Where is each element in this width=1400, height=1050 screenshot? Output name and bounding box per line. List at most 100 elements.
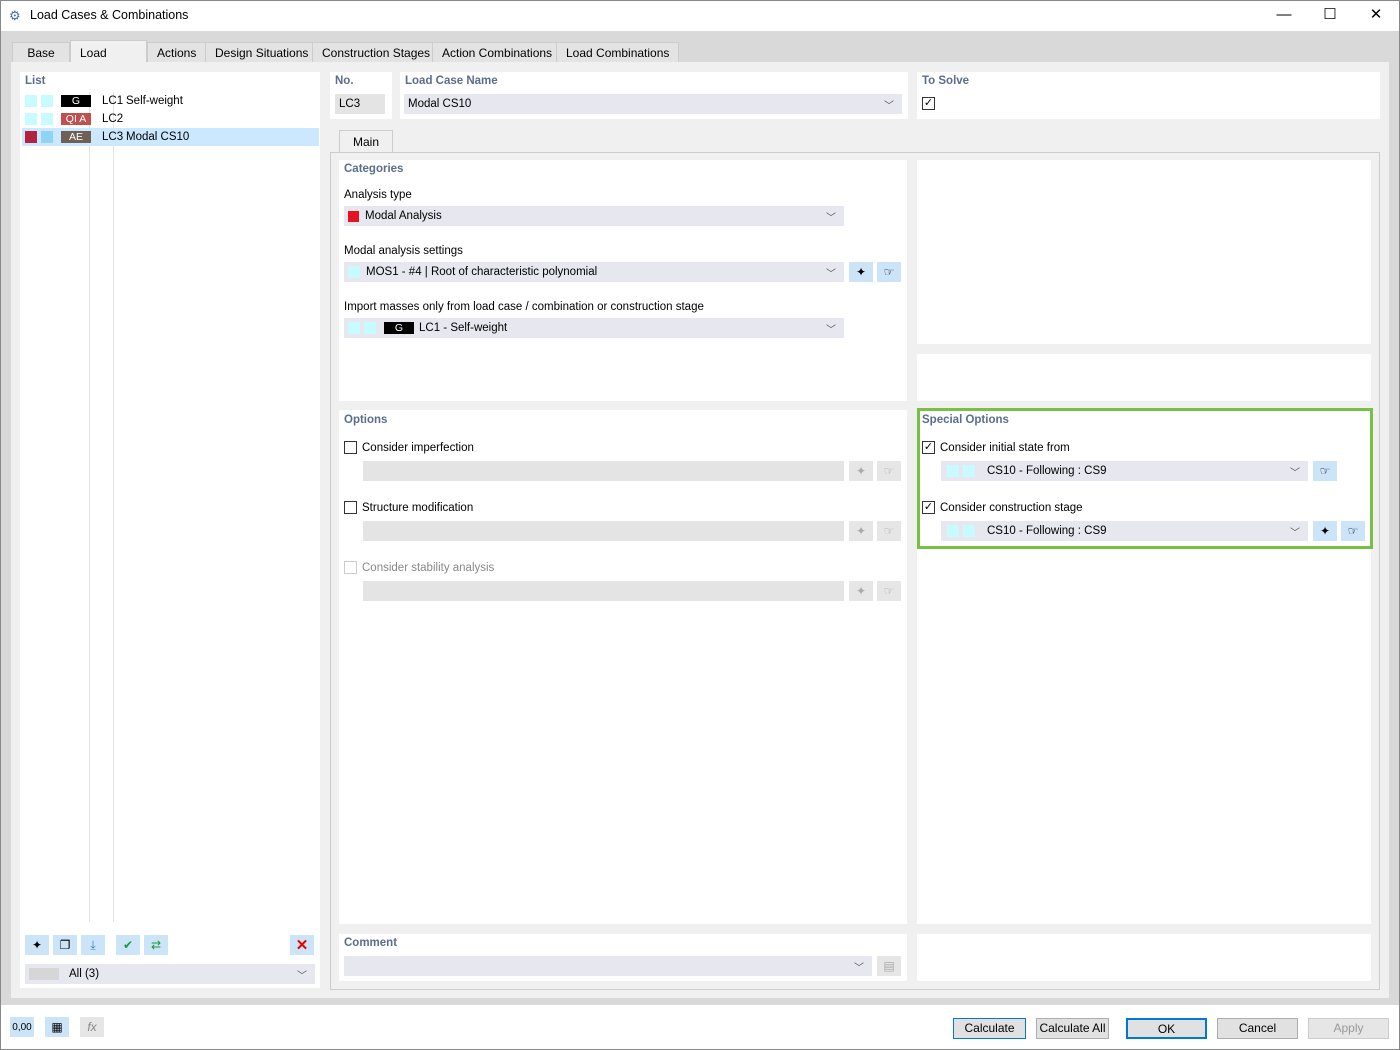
new-icon: ✦ <box>849 521 873 541</box>
categories-header: Categories <box>344 163 404 175</box>
initial-state-select[interactable]: CS10 - Following : CS9 ﹀ <box>941 461 1308 481</box>
consider-imperfection-label: Consider imperfection <box>362 442 474 454</box>
window-title: Load Cases & Combinations <box>30 8 189 22</box>
filter-value: All (3) <box>69 968 100 980</box>
chevron-down-icon: ﹀ <box>884 100 894 112</box>
options-header: Options <box>344 414 388 426</box>
copy-icon[interactable]: ❐ <box>53 935 77 955</box>
stability-analysis-select <box>363 581 844 601</box>
import-masses-label: Import masses only from load case / comb… <box>344 301 704 313</box>
list-item[interactable]: G LC1 Self-weight <box>22 92 319 110</box>
close-button[interactable]: ✕ <box>1361 4 1391 26</box>
edit-construction-stage-icon[interactable]: ☞ <box>1341 521 1365 541</box>
analysis-type-select[interactable]: Modal Analysis ﹀ <box>344 206 844 226</box>
tab-design-situations[interactable]: Design Situations <box>205 42 319 63</box>
chevron-down-icon: ﹀ <box>1290 527 1300 539</box>
import-masses-value: LC1 - Self-weight <box>419 322 508 334</box>
tab-actions[interactable]: Actions <box>147 42 207 63</box>
tab-construction-stages[interactable]: Construction Stages <box>312 42 441 63</box>
list-header: List <box>25 75 46 87</box>
title-bar <box>0 0 1400 31</box>
edit-initial-state-icon[interactable]: ☞ <box>1313 461 1337 481</box>
name-label: Load Case Name <box>405 75 498 87</box>
calculate-button[interactable]: Calculate <box>953 1018 1026 1039</box>
list-panel <box>20 72 320 988</box>
name-value: Modal CS10 <box>408 98 472 110</box>
initial-state-value: CS10 - Following : CS9 <box>987 465 1107 477</box>
construction-stage-checkbox[interactable]: ✓ <box>922 501 935 514</box>
tab-load-combinations[interactable]: Load Combinations <box>556 42 680 63</box>
chevron-down-icon: ﹀ <box>297 970 307 982</box>
formula-icon[interactable]: fx <box>80 1017 104 1037</box>
list-filter-select[interactable]: All (3) ﹀ <box>25 964 315 984</box>
to-solve-label: To Solve <box>922 75 970 87</box>
stability-analysis-label: Consider stability analysis <box>362 562 495 574</box>
no-field[interactable]: LC3 <box>335 94 385 114</box>
structure-modification-select <box>363 521 844 541</box>
comment-input[interactable]: ﹀ <box>344 956 872 976</box>
construction-stage-value: CS10 - Following : CS9 <box>987 525 1107 537</box>
units-icon[interactable]: 0,00 <box>10 1017 34 1037</box>
lc-id: LC2 <box>102 113 124 125</box>
analysis-type-value: Modal Analysis <box>365 210 442 222</box>
new-icon: ✦ <box>849 581 873 601</box>
analysis-type-label: Analysis type <box>344 189 412 201</box>
chevron-down-icon: ﹀ <box>826 324 836 336</box>
load-tag: G <box>384 322 414 334</box>
new-item-icon[interactable]: ✦ <box>25 935 49 955</box>
comment-library-icon[interactable]: ▤ <box>877 956 901 976</box>
new-icon: ✦ <box>849 461 873 481</box>
modal-settings-value: MOS1 - #4 | Root of characteristic polyn… <box>366 266 598 278</box>
imperfection-select <box>363 461 844 481</box>
load-case-name-input[interactable]: Modal CS10 ﹀ <box>404 94 902 114</box>
structure-modification-label: Structure modification <box>362 502 474 514</box>
calculate-all-button[interactable]: Calculate All <box>1036 1018 1109 1039</box>
load-tag: QI A <box>61 113 91 125</box>
tab-base[interactable]: Base <box>12 42 70 63</box>
toggle-check-icon[interactable]: ⇄ <box>144 935 168 955</box>
apply-button[interactable]: Apply <box>1308 1018 1389 1039</box>
initial-state-label: Consider initial state from <box>940 442 1070 454</box>
load-tag: G <box>61 95 91 107</box>
import-masses-select[interactable]: G LC1 - Self-weight ﹀ <box>344 318 844 338</box>
initial-state-checkbox[interactable]: ✓ <box>922 441 935 454</box>
consider-imperfection-checkbox[interactable] <box>344 441 357 454</box>
stability-analysis-checkbox <box>344 561 357 574</box>
lc-name: Modal CS10 <box>126 131 190 143</box>
app-icon: ⚙ <box>9 8 21 23</box>
edit-icon: ☞ <box>877 461 901 481</box>
structure-modification-checkbox[interactable] <box>344 501 357 514</box>
tab-main[interactable]: Main <box>339 130 393 153</box>
edit-icon: ☞ <box>877 521 901 541</box>
to-solve-checkbox[interactable]: ✓ <box>922 97 935 110</box>
modal-settings-select[interactable]: MOS1 - #4 | Root of characteristic polyn… <box>344 262 844 282</box>
lc-id: LC3 <box>102 131 124 143</box>
lc-name: Self-weight <box>126 95 183 107</box>
options-panel <box>339 410 907 924</box>
check-all-icon[interactable]: ✔ <box>116 935 140 955</box>
tab-load-cases[interactable]: Load Cases <box>70 40 147 74</box>
list-item-selected[interactable]: AE LC3 Modal CS10 <box>22 128 319 146</box>
comment-header: Comment <box>344 937 398 949</box>
construction-stage-select[interactable]: CS10 - Following : CS9 ﹀ <box>941 521 1308 541</box>
display-settings-icon[interactable]: ▦ <box>45 1017 69 1037</box>
list-item[interactable]: QI A LC2 <box>22 110 319 128</box>
new-construction-stage-icon[interactable]: ✦ <box>1313 521 1337 541</box>
construction-stage-label: Consider construction stage <box>940 502 1083 514</box>
new-settings-icon[interactable]: ✦ <box>849 262 873 282</box>
tab-action-combinations[interactable]: Action Combinations <box>432 42 563 63</box>
insert-icon[interactable]: ⤓ <box>81 935 105 955</box>
no-label: No. <box>335 75 354 87</box>
load-tag: AE <box>61 131 91 143</box>
chevron-down-icon: ﹀ <box>1290 467 1300 479</box>
modal-settings-label: Modal analysis settings <box>344 245 463 257</box>
edit-icon: ☞ <box>877 581 901 601</box>
cancel-button[interactable]: Cancel <box>1217 1018 1298 1039</box>
chevron-down-icon: ﹀ <box>826 268 836 280</box>
delete-icon[interactable]: ✕ <box>290 935 314 955</box>
maximize-button[interactable]: ☐ <box>1315 4 1345 26</box>
ok-button[interactable]: OK <box>1126 1018 1207 1039</box>
lc-id: LC1 <box>102 95 124 107</box>
minimize-button[interactable]: — <box>1269 4 1299 26</box>
edit-settings-icon[interactable]: ☞ <box>877 262 901 282</box>
